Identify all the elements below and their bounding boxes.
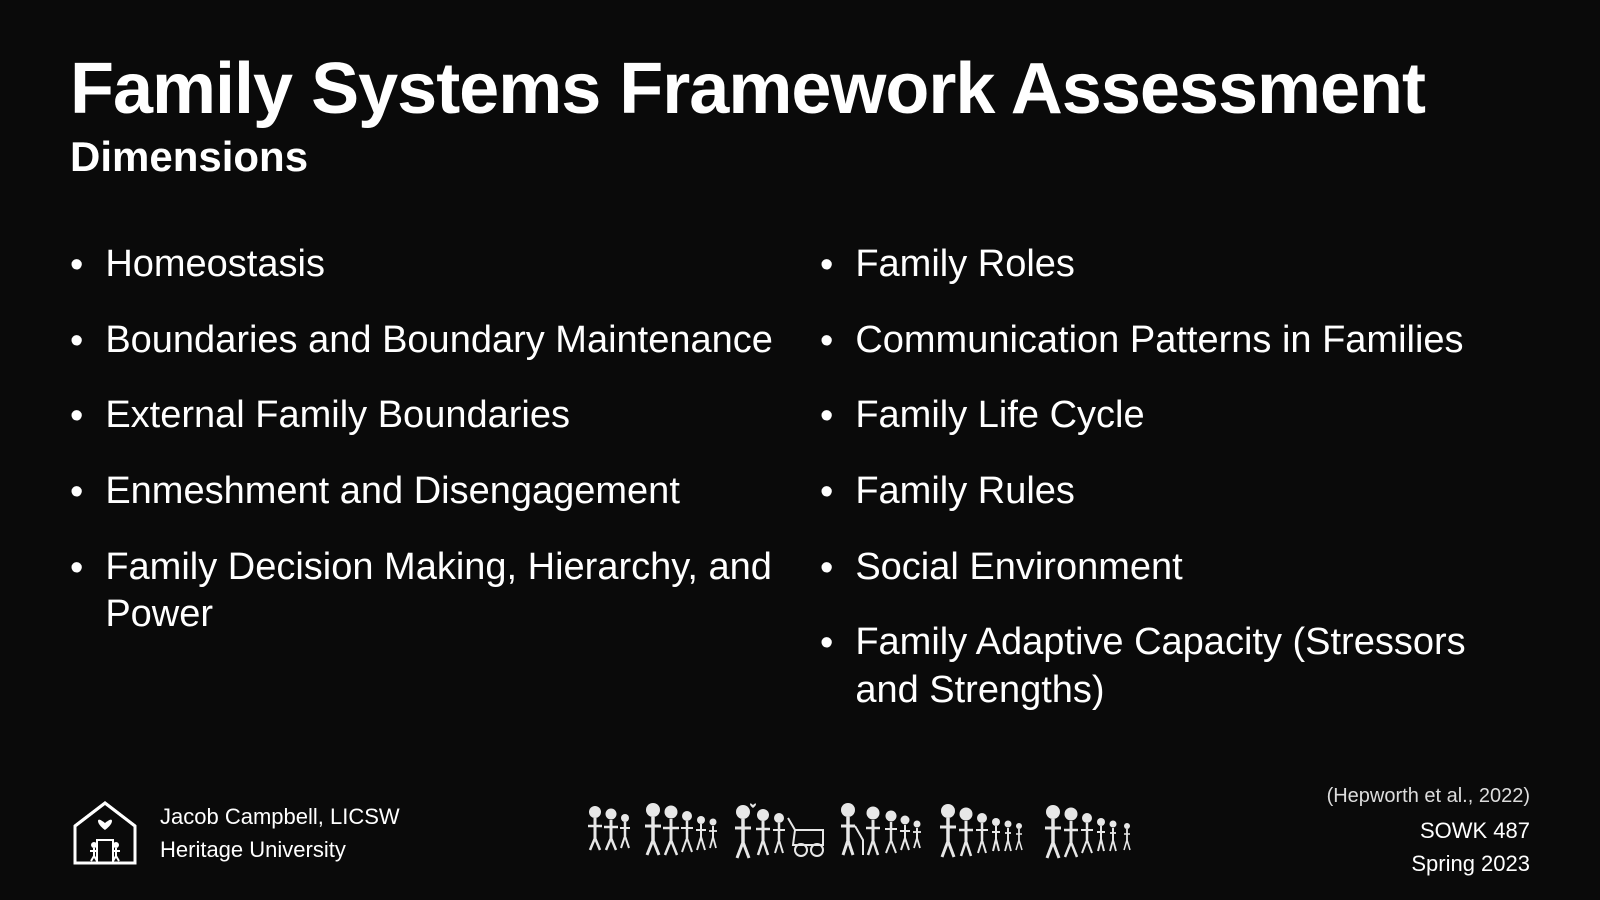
bullet-icon: • xyxy=(70,243,83,289)
slide: Family Systems Framework Assessment Dime… xyxy=(0,0,1600,900)
bullet-icon: • xyxy=(820,394,833,440)
author-name: Jacob Campbell, LICSW xyxy=(160,800,400,833)
organization-logo xyxy=(70,798,140,868)
list-item: • Boundaries and Boundary Maintenance xyxy=(70,317,780,365)
subtitle: Dimensions xyxy=(70,133,1530,181)
bullet-text: Family Decision Making, Hierarchy, and P… xyxy=(105,544,780,639)
bullet-icon: • xyxy=(70,546,83,592)
semester: Spring 2023 xyxy=(1411,851,1530,876)
family-icons-area xyxy=(583,800,1143,865)
bullet-text: Homeostasis xyxy=(105,241,325,289)
footer: Jacob Campbell, LICSW Heritage Universit… xyxy=(70,777,1530,880)
list-item: • Family Adaptive Capacity (Stressors an… xyxy=(820,619,1530,714)
list-item: • Family Roles xyxy=(820,241,1530,289)
bullet-icon: • xyxy=(820,621,833,667)
list-item: • Communication Patterns in Families xyxy=(820,317,1530,365)
list-item: • Family Decision Making, Hierarchy, and… xyxy=(70,544,780,639)
institution-name: Heritage University xyxy=(160,833,400,866)
bullet-icon: • xyxy=(70,470,83,516)
footer-right: (Hepworth et al., 2022) SOWK 487 Spring … xyxy=(1327,785,1530,880)
bullet-text: Family Adaptive Capacity (Stressors and … xyxy=(855,619,1530,714)
list-item: • Homeostasis xyxy=(70,241,780,289)
author-info: Jacob Campbell, LICSW Heritage Universit… xyxy=(160,800,400,866)
bullet-icon: • xyxy=(820,546,833,592)
course-info: SOWK 487 Spring 2023 xyxy=(1327,814,1530,880)
bullet-icon: • xyxy=(820,319,833,365)
list-item: • Family Life Cycle xyxy=(820,392,1530,440)
header: Family Systems Framework Assessment Dime… xyxy=(70,50,1530,181)
list-item: • Family Rules xyxy=(820,468,1530,516)
bullet-text: Communication Patterns in Families xyxy=(855,317,1463,365)
bullet-icon: • xyxy=(820,470,833,516)
citation: (Hepworth et al., 2022) xyxy=(1327,785,1530,808)
family-silhouettes xyxy=(583,800,1143,865)
list-item: • External Family Boundaries xyxy=(70,392,780,440)
bullet-text: Family Rules xyxy=(855,468,1075,516)
bullet-text: Boundaries and Boundary Maintenance xyxy=(105,317,773,365)
bullet-text: Enmeshment and Disengagement xyxy=(105,468,680,516)
bullet-text: Social Environment xyxy=(855,544,1182,592)
bullet-text: Family Roles xyxy=(855,241,1075,289)
bullet-icon: • xyxy=(70,319,83,365)
bullet-icon: • xyxy=(70,394,83,440)
bullet-icon: • xyxy=(820,243,833,289)
main-title: Family Systems Framework Assessment xyxy=(70,50,1530,129)
course-code: SOWK 487 xyxy=(1420,818,1530,843)
footer-left: Jacob Campbell, LICSW Heritage Universit… xyxy=(70,798,400,868)
list-item: • Social Environment xyxy=(820,544,1530,592)
list-item: • Enmeshment and Disengagement xyxy=(70,468,780,516)
bullet-text: External Family Boundaries xyxy=(105,392,570,440)
bullet-text: Family Life Cycle xyxy=(855,392,1144,440)
